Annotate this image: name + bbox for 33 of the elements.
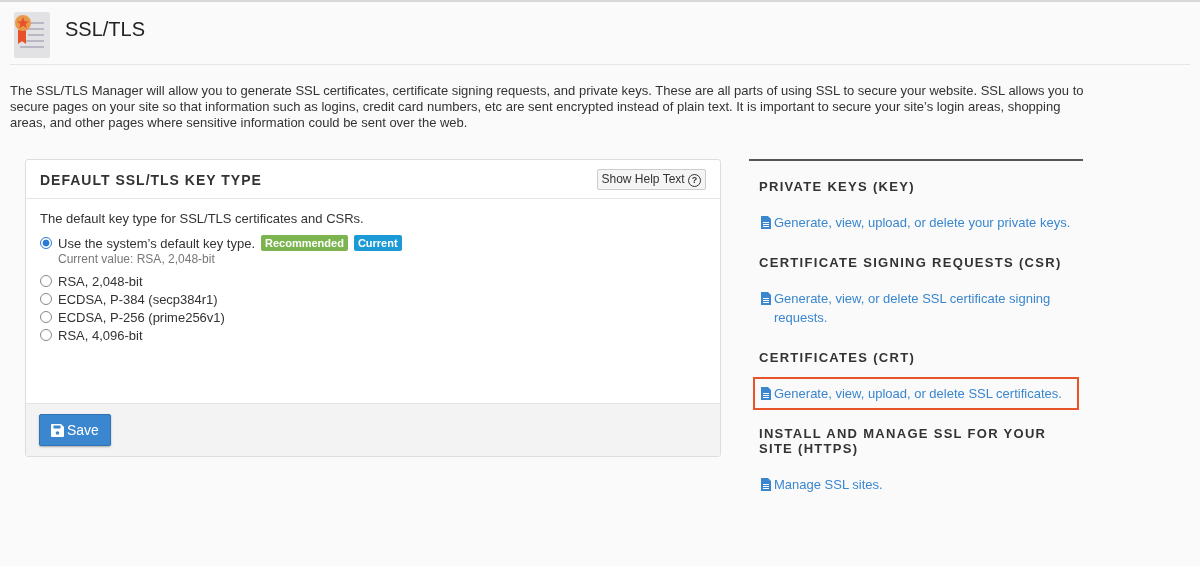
document-icon <box>761 216 771 229</box>
radio-button[interactable] <box>40 293 52 305</box>
certificate-icon <box>14 12 50 58</box>
option-label[interactable]: Use the system’s default key type. <box>58 235 256 251</box>
radio-button[interactable] <box>40 311 52 323</box>
radio-button[interactable] <box>40 237 52 249</box>
document-icon <box>761 387 771 400</box>
option-label[interactable]: ECDSA, P-384 (secp384r1) <box>58 291 218 307</box>
document-icon <box>761 292 771 305</box>
radio-button[interactable] <box>40 329 52 341</box>
section-heading: PRIVATE KEYS (KEY) <box>759 179 916 194</box>
section-link[interactable]: Generate, view, upload, or delete SSL certificates. <box>774 384 1062 403</box>
save-icon <box>51 423 64 437</box>
option-label[interactable]: ECDSA, P-256 (prime256v1) <box>58 309 225 325</box>
section-link[interactable]: Generate, view, upload, or delete your private keys. <box>774 213 1071 232</box>
show-help-text-button[interactable]: Show Help Text ? <box>596 169 706 190</box>
radio-button[interactable] <box>40 275 52 287</box>
page-description: The SSL/TLS Manager will allow you to generate SSL certificates, certificate signing requests, and private keys. These are all parts of using SSL to secure your website. SSL allows you to secure pages on your site so that information such as logins, credit card numbers, etc are sent encrypted instead of plain text. It is important to secure your site’s login areas, shopping areas, and other pages where sensitive information could be sent over the web. <box>10 83 1085 131</box>
option-label[interactable]: RSA, 2,048-bit <box>58 273 143 289</box>
current-value-note: Current value: RSA, 2,048-bit <box>57 252 216 266</box>
section-link[interactable]: Generate, view, or delete SSL certificate signing requests. <box>774 289 1071 327</box>
status-badge: Current <box>353 235 402 251</box>
status-badge: Recommended <box>261 235 348 251</box>
option-label[interactable]: RSA, 4,096-bit <box>58 327 143 343</box>
section-heading: CERTIFICATE SIGNING REQUESTS (CSR) <box>759 255 1063 270</box>
panel-title: DEFAULT SSL/TLS KEY TYPE <box>40 171 262 188</box>
section-heading: CERTIFICATES (CRT) <box>759 350 917 365</box>
document-icon <box>761 478 771 491</box>
page-title: SSL/TLS <box>65 18 146 41</box>
save-button[interactable]: Save <box>39 414 111 446</box>
panel-intro: The default key type for SSL/TLS certificates and CSRs. <box>40 211 365 226</box>
section-link[interactable]: Manage SSL sites. <box>774 475 883 494</box>
section-heading: INSTALL AND MANAGE SSL FOR YOUR SITE (HTTPS) <box>759 426 1048 456</box>
